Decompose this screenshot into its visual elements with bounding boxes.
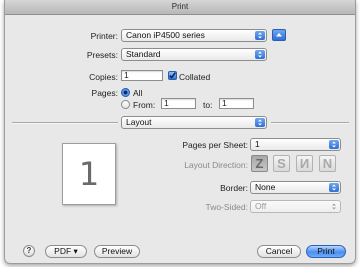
pages-from-field[interactable]: 1 [161,98,196,109]
presets-value: Standard [126,49,161,59]
pages-all-label: All [133,88,143,98]
printer-label: Printer: [90,31,118,41]
layout-direction-s-icon[interactable]: S [273,155,290,172]
copies-label: Copies: [89,72,118,82]
dialog-title: Print [5,0,355,15]
pdf-menu-button[interactable]: PDF ▾ [45,245,87,258]
preview-button[interactable]: Preview [94,245,140,258]
popup-arrows-icon [255,50,265,59]
pages-per-sheet-label: Pages per Sheet: [182,140,248,150]
border-label: Border: [220,183,248,193]
panel-value: Layout [126,117,152,127]
page-preview: 1 [62,143,116,205]
printer-value: Canon iP4500 series [126,30,205,40]
collated-label: Collated [179,72,211,82]
checkmark-icon [169,72,176,79]
disclosure-button[interactable] [272,29,286,41]
pages-to-field[interactable]: 1 [219,98,254,109]
pages-per-sheet-popup[interactable]: 1 [250,138,341,151]
two-sided-label: Two-Sided: [205,202,248,212]
layout-direction-z-icon[interactable]: Z [251,155,268,172]
layout-direction-label: Layout Direction: [184,160,248,170]
popup-arrows-icon [255,118,265,127]
border-value: None [255,182,276,192]
pages-from-radio[interactable] [121,100,130,109]
two-sided-value: Off [255,201,267,211]
disclosure-triangle-icon [276,33,282,37]
panel-divider-right [271,122,349,124]
border-popup[interactable]: None [250,181,341,194]
print-button[interactable]: Print [306,245,346,258]
panel-divider-left [12,122,118,124]
layout-direction-n-icon[interactable]: N [319,155,336,172]
panel-popup[interactable]: Layout [121,116,267,129]
popup-arrows-icon [255,31,265,40]
popup-arrows-icon [329,202,339,211]
layout-direction-n-reverse-icon[interactable]: И [296,155,313,172]
pages-to-label: to: [203,100,213,110]
presets-popup[interactable]: Standard [121,48,267,61]
presets-label: Presets: [86,50,118,60]
copies-field[interactable]: 1 [121,70,163,81]
printer-popup[interactable]: Canon iP4500 series [121,29,267,42]
collated-checkbox[interactable] [168,71,177,80]
cancel-button[interactable]: Cancel [257,245,301,258]
pages-label: Pages: [91,88,118,98]
pages-from-label: From: [133,100,156,110]
popup-arrows-icon [329,183,339,192]
popup-arrows-icon [329,140,339,149]
pages-all-radio[interactable] [121,88,130,97]
two-sided-popup[interactable]: Off [250,200,341,213]
help-button[interactable]: ? [23,245,35,257]
pages-per-sheet-value: 1 [255,139,260,149]
